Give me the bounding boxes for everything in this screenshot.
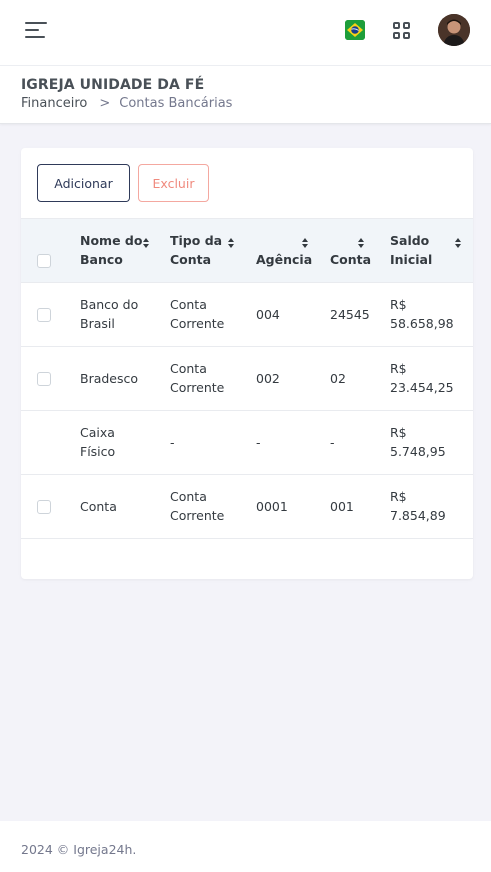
cell-account-type: Conta Corrente: [170, 489, 225, 523]
sort-agency-icon[interactable]: [302, 238, 309, 249]
column-header-account[interactable]: Conta: [330, 250, 371, 269]
page-title-box: IGREJA UNIDADE DA FÉ Financeiro > Contas B…: [0, 66, 491, 124]
breadcrumb-contas-bancarias: Contas Bancárias: [119, 96, 233, 111]
breadcrumb-financeiro[interactable]: Financeiro: [21, 96, 87, 111]
breadcrumb-separator: >: [99, 96, 111, 111]
table-row: Conta Conta Corrente 0001 001 R$ 7.854,89: [21, 475, 473, 539]
cell-account: -: [330, 435, 335, 450]
footer: 2024 © Igreja24h.: [0, 821, 491, 872]
delete-button[interactable]: Excluir: [138, 164, 209, 202]
table-row: Banco do Brasil Conta Corrente 004 24545 R…: [21, 283, 473, 347]
cell-bank-name: Banco do Brasil: [80, 297, 139, 331]
cell-initial-balance: R$ 7.854,89: [390, 489, 446, 523]
select-all-checkbox[interactable]: [37, 254, 51, 268]
add-button[interactable]: Adicionar: [37, 164, 130, 202]
hamburger-menu-icon[interactable]: [25, 22, 47, 38]
cell-agency: 0001: [256, 499, 288, 514]
column-header-bank-name[interactable]: Nome do Banco: [80, 231, 142, 269]
table-header: Nome do Banco Tipo da Conta Agência Conta …: [21, 218, 473, 283]
bank-accounts-card: Adicionar Excluir Nome do Banco Tipo da Co…: [21, 148, 473, 579]
cell-agency: 004: [256, 307, 280, 322]
cell-account: 02: [330, 371, 346, 386]
cell-account-type: Conta Corrente: [170, 361, 225, 395]
cell-initial-balance: R$ 5.748,95: [390, 425, 446, 459]
row-checkbox[interactable]: [37, 372, 51, 386]
grid-apps-icon[interactable]: [393, 22, 410, 39]
sort-initial-balance-icon[interactable]: [455, 238, 462, 249]
cell-account-type: Conta Corrente: [170, 297, 225, 331]
page-title: IGREJA UNIDADE DA FÉ: [21, 77, 205, 93]
column-header-account-type[interactable]: Tipo da Conta: [170, 231, 222, 269]
sort-account-icon[interactable]: [358, 238, 365, 249]
user-avatar[interactable]: [438, 14, 470, 46]
topbar: [0, 0, 491, 66]
cell-bank-name: Bradesco: [80, 371, 139, 386]
cell-account: 24545: [330, 307, 370, 322]
breadcrumb: Financeiro > Contas Bancárias: [21, 96, 232, 111]
table-row: Bradesco Conta Corrente 002 02 R$ 23.454,2…: [21, 347, 473, 411]
cell-agency: 002: [256, 371, 280, 386]
table-row: Caixa Físico - - - R$ 5.748,95: [21, 411, 473, 475]
footer-copyright: 2024 © Igreja24h.: [21, 842, 137, 857]
row-checkbox[interactable]: [37, 308, 51, 322]
row-checkbox[interactable]: [37, 500, 51, 514]
sort-bank-name-icon[interactable]: [143, 238, 150, 249]
cell-agency: -: [256, 435, 261, 450]
column-header-initial-balance[interactable]: Saldo Inicial: [390, 231, 432, 269]
cell-account-type: -: [170, 435, 175, 450]
cell-initial-balance: R$ 23.454,25: [390, 361, 454, 395]
cell-bank-name: Conta: [80, 499, 117, 514]
column-header-agency[interactable]: Agência: [256, 250, 312, 269]
brazil-flag-icon[interactable]: [345, 20, 365, 40]
cell-account: 001: [330, 499, 354, 514]
cell-bank-name: Caixa Físico: [80, 425, 116, 459]
sort-account-type-icon[interactable]: [228, 238, 235, 249]
cell-initial-balance: R$ 58.658,98: [390, 297, 454, 331]
